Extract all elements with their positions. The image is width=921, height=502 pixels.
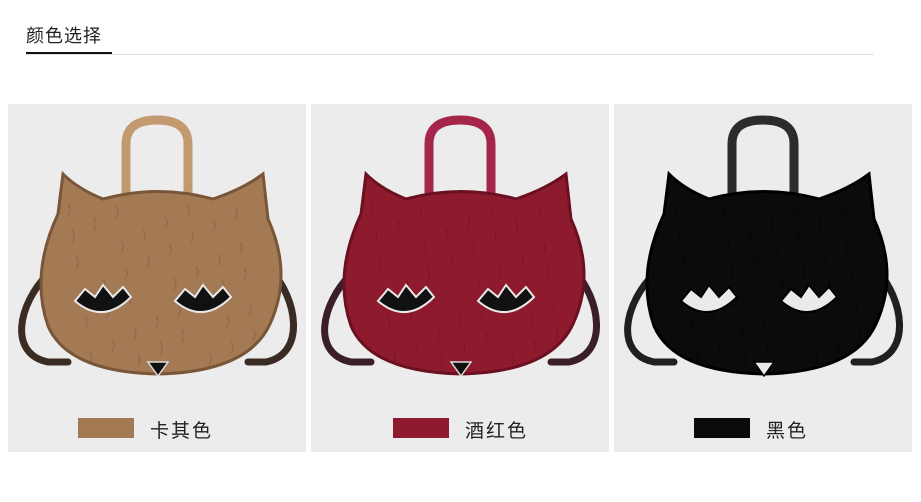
color-label: 酒红色 (465, 420, 529, 442)
color-swatch (78, 418, 134, 438)
color-option-wine-red[interactable]: 酒红色 (311, 104, 609, 452)
color-swatch-row: 卡其色 (8, 416, 306, 442)
color-label: 卡其色 (150, 420, 214, 442)
header-divider (26, 54, 874, 55)
section-header: 颜色选择 (0, 0, 921, 60)
section-title: 颜色选择 (26, 26, 102, 47)
color-swatch (694, 418, 750, 438)
khaki-cat-bag-image (18, 115, 297, 378)
wine-red-cat-bag-image (321, 115, 600, 378)
color-swatch-row: 酒红色 (311, 416, 609, 442)
color-option-khaki[interactable]: 卡其色 (8, 104, 306, 452)
black-cat-bag-image (624, 115, 903, 378)
color-label: 黑色 (766, 420, 809, 442)
color-swatch-row: 黑色 (614, 416, 912, 442)
color-swatch (393, 418, 449, 438)
color-option-black[interactable]: 黑色 (614, 104, 912, 452)
